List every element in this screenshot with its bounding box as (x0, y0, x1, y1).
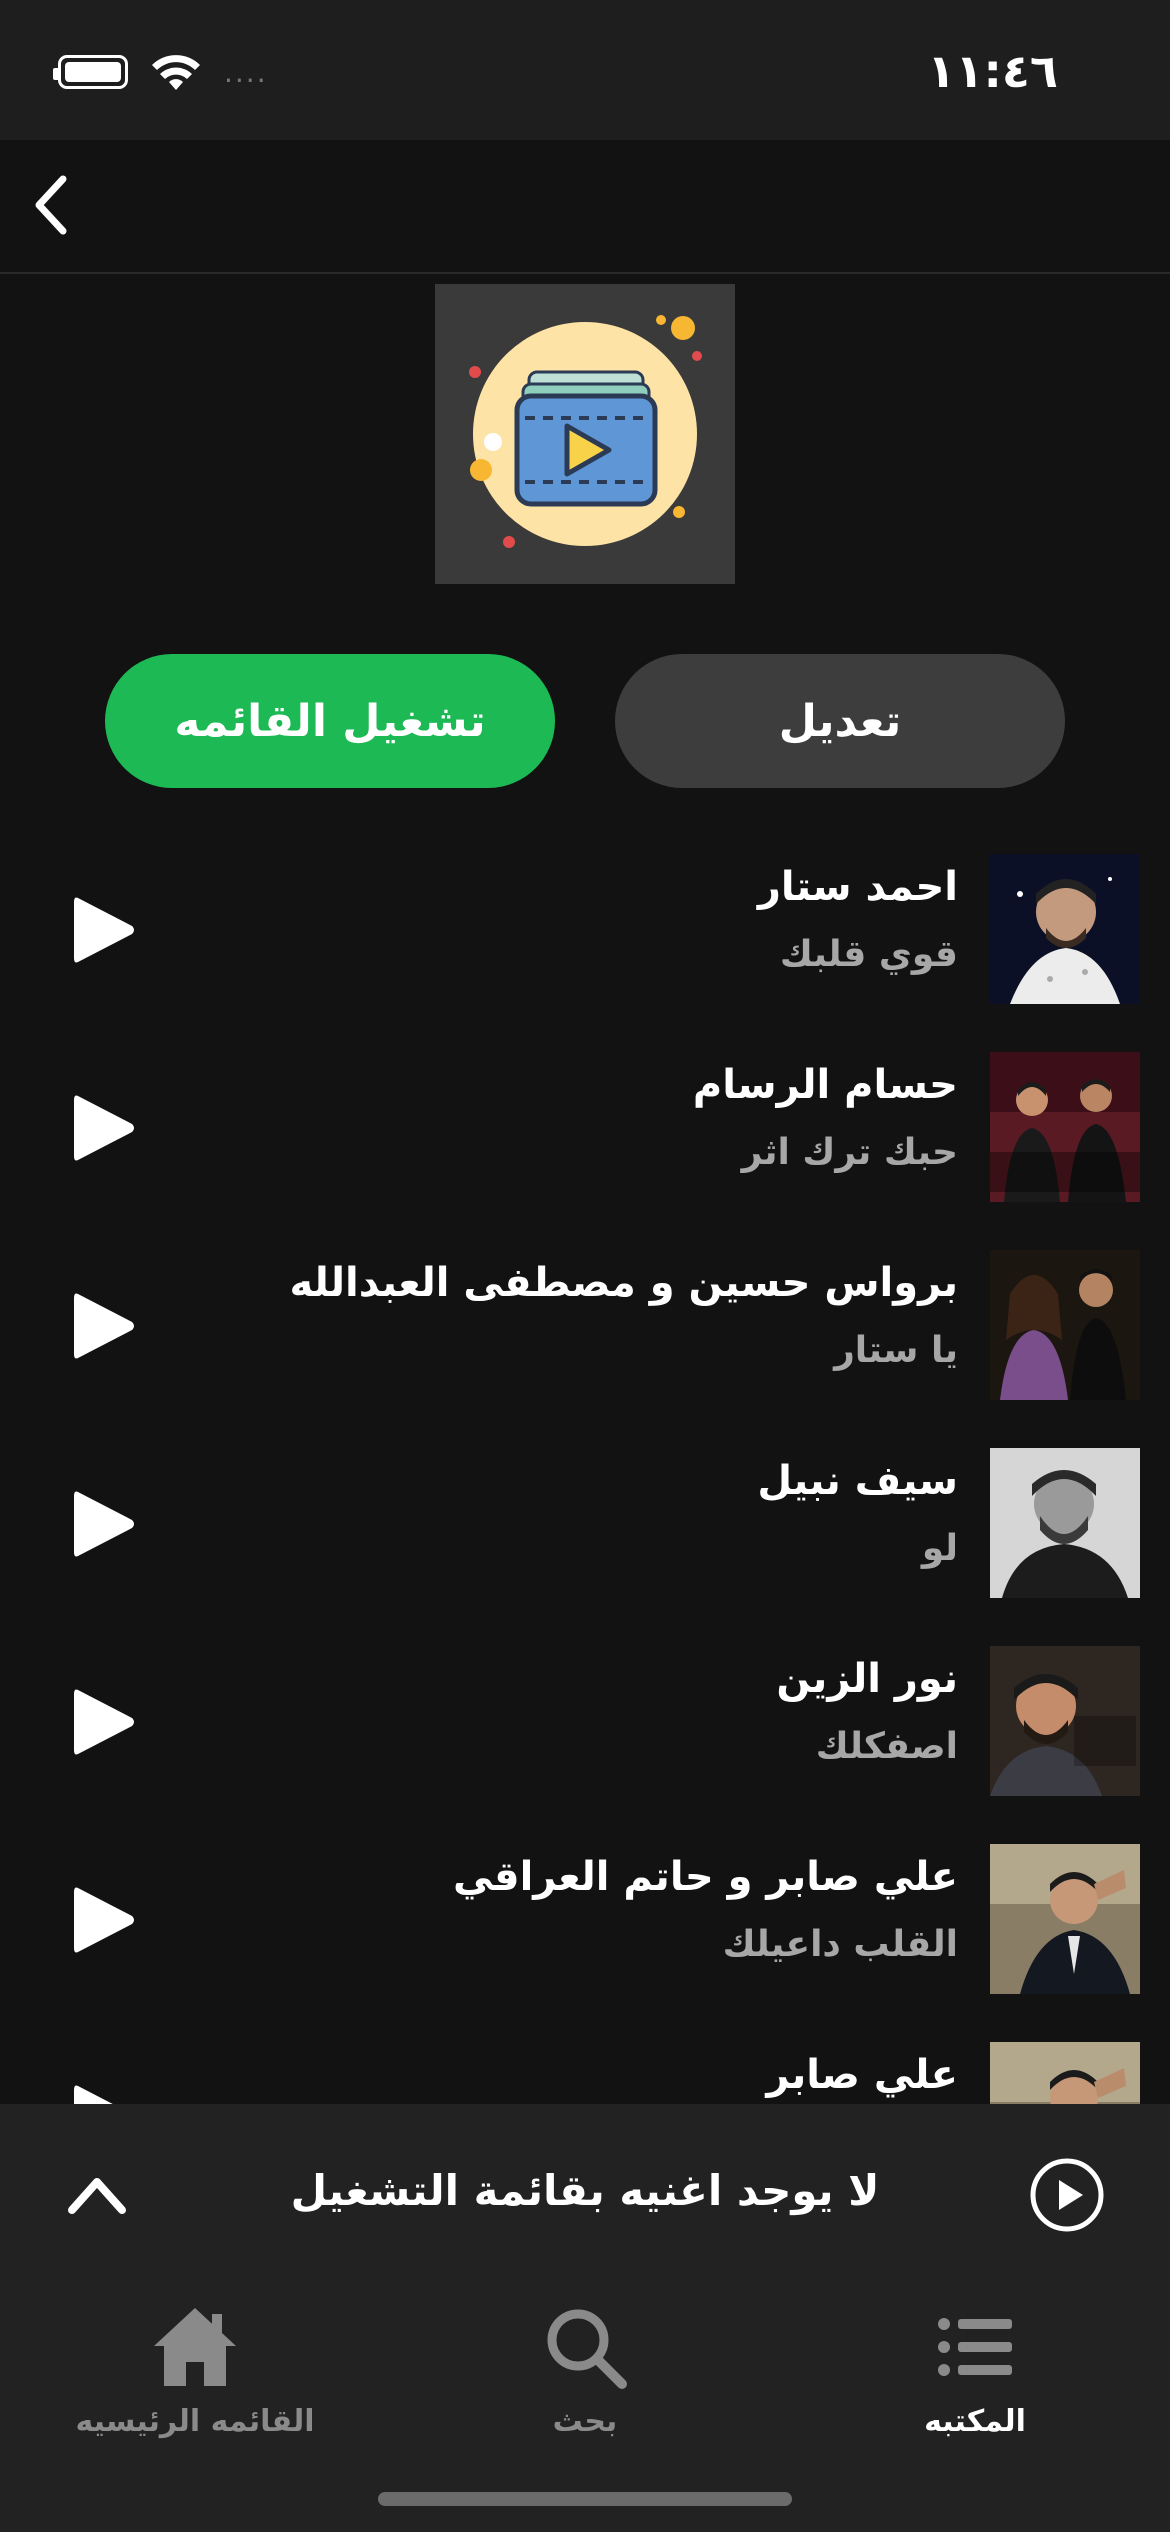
track-artist: برواس حسين و مصطفى العبدالله (289, 1260, 958, 1306)
navigation-bar (0, 140, 1170, 274)
battery-icon (53, 55, 128, 89)
status-time: ١١:٤٦ (927, 44, 1058, 98)
track-artist: علي صابر (766, 2052, 958, 2098)
track-row[interactable]: علي صابر و حاتم العراقي القلب داعيلك (0, 1832, 1170, 2030)
status-icons: .... (53, 52, 268, 92)
tab-home-label: القائمه الرئيسيه (75, 2404, 315, 2439)
edit-playlist-button[interactable]: تعديل (615, 654, 1065, 788)
chevron-up-icon[interactable] (62, 2164, 132, 2224)
track-title: يا ستار (834, 1330, 958, 1371)
track-artwork (990, 1052, 1140, 1202)
track-artwork (990, 854, 1140, 1004)
playlist-cover (435, 284, 735, 584)
track-artwork (990, 2042, 1140, 2104)
play-playlist-button[interactable]: تشغيل القائمه (105, 654, 555, 788)
track-row[interactable]: علي صابر (0, 2030, 1170, 2104)
track-row[interactable]: احمد ستار قوي قلبك (0, 842, 1170, 1040)
track-title: قوي قلبك (779, 934, 958, 975)
tab-bar: القائمه الرئيسيه بحث المكتبه (0, 2284, 1170, 2532)
play-icon[interactable] (72, 2082, 136, 2104)
list-icon (938, 2318, 1012, 2376)
video-playlist-icon (469, 315, 702, 548)
now-playing-text: لا يوجد اغنيه بقائمة التشغيل (290, 2166, 880, 2215)
tab-search[interactable]: بحث (435, 2302, 735, 2452)
track-artist: حسام الرسام (692, 1062, 958, 1108)
play-icon[interactable] (72, 1686, 136, 1758)
play-icon[interactable] (72, 1092, 136, 1164)
track-artist: سيف نبيل (757, 1458, 958, 1504)
home-icon (154, 2308, 236, 2386)
play-icon[interactable] (72, 894, 136, 966)
home-indicator (378, 2492, 792, 2506)
cellular-signal-icon: .... (224, 55, 268, 89)
track-row[interactable]: برواس حسين و مصطفى العبدالله يا ستار (0, 1238, 1170, 1436)
tab-home[interactable]: القائمه الرئيسيه (45, 2302, 345, 2452)
track-title: القلب داعيلك (722, 1924, 958, 1965)
play-icon[interactable] (72, 1290, 136, 1362)
track-artwork (990, 1250, 1140, 1400)
track-artwork (990, 1844, 1140, 1994)
tab-library[interactable]: المكتبه (825, 2302, 1125, 2452)
track-artist: نور الزين (776, 1656, 958, 1702)
search-icon (547, 2309, 627, 2389)
play-circle-icon[interactable] (1028, 2156, 1106, 2234)
track-title: حبك ترك اثر (741, 1132, 958, 1173)
mini-player[interactable]: لا يوجد اغنيه بقائمة التشغيل (0, 2104, 1170, 2284)
track-row[interactable]: سيف نبيل لو (0, 1436, 1170, 1634)
track-artist: احمد ستار (757, 864, 958, 910)
track-row[interactable]: حسام الرسام حبك ترك اثر (0, 1040, 1170, 1238)
chevron-left-icon (35, 175, 67, 235)
back-button[interactable] (16, 170, 86, 240)
track-title: لو (921, 1528, 958, 1569)
track-artwork (990, 1646, 1140, 1796)
track-list[interactable]: احمد ستار قوي قلبك حسام الرسام حبك ترك ا… (0, 830, 1170, 2104)
tab-search-label: بحث (552, 2404, 618, 2439)
tab-library-label: المكتبه (924, 2404, 1026, 2439)
track-row[interactable]: نور الزين اصفكلك (0, 1634, 1170, 1832)
play-icon[interactable] (72, 1488, 136, 1560)
status-bar: .... ١١:٤٦ (0, 0, 1170, 140)
play-icon[interactable] (72, 1884, 136, 1956)
track-artwork (990, 1448, 1140, 1598)
track-title: اصفكلك (815, 1726, 958, 1767)
wifi-icon (152, 55, 200, 90)
track-artist: علي صابر و حاتم العراقي (452, 1854, 958, 1900)
